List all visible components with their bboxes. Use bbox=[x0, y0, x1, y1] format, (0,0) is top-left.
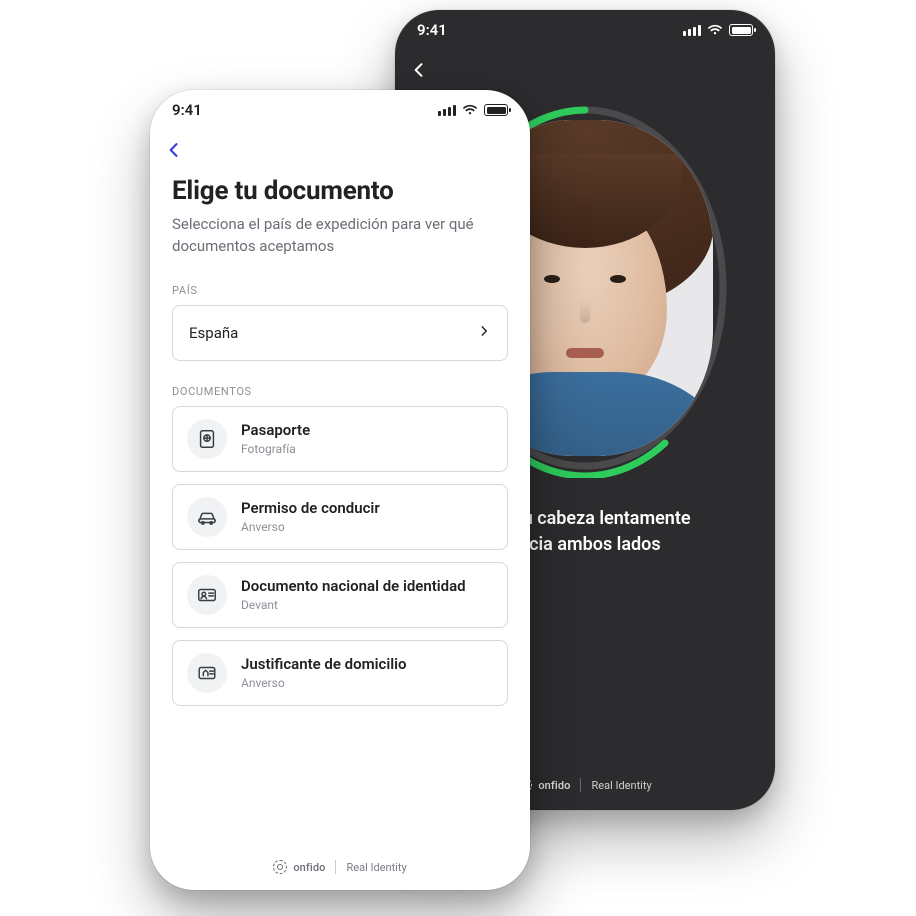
battery-icon bbox=[484, 104, 508, 116]
document-subtitle: Devant bbox=[241, 598, 466, 612]
document-option-passport[interactable]: Pasaporte Fotografía bbox=[172, 406, 508, 472]
brand-tagline: Real Identity bbox=[346, 861, 406, 874]
page-title: Elige tu documento bbox=[172, 176, 508, 206]
nav-bar bbox=[150, 130, 530, 170]
phone-document-select: 9:41 Elige tu documento Selecciona el pa… bbox=[150, 90, 530, 890]
status-bar: 9:41 bbox=[150, 90, 530, 130]
cellular-signal-icon bbox=[438, 105, 456, 116]
document-title: Justificante de domicilio bbox=[241, 655, 407, 674]
document-subtitle: Anverso bbox=[241, 520, 380, 534]
battery-icon bbox=[729, 24, 753, 36]
document-subtitle: Fotografía bbox=[241, 442, 310, 456]
document-subtitle: Anverso bbox=[241, 676, 407, 690]
home-doc-icon bbox=[187, 653, 227, 693]
back-button[interactable] bbox=[164, 140, 184, 160]
status-icons bbox=[683, 24, 753, 36]
status-icons bbox=[438, 104, 508, 116]
passport-icon bbox=[187, 419, 227, 459]
documents-section-label: DOCUMENTOS bbox=[172, 385, 508, 398]
id-card-icon bbox=[187, 575, 227, 615]
divider-icon bbox=[335, 860, 336, 874]
document-list: Pasaporte Fotografía Permiso de conducir… bbox=[172, 406, 508, 706]
status-time: 9:41 bbox=[172, 101, 202, 119]
document-title: Permiso de conducir bbox=[241, 499, 380, 518]
cellular-signal-icon bbox=[683, 25, 701, 36]
wifi-icon bbox=[462, 104, 478, 116]
status-time: 9:41 bbox=[417, 21, 447, 39]
brand-name: onfido bbox=[538, 779, 570, 792]
brand-logo: onfido bbox=[273, 860, 325, 874]
document-title: Pasaporte bbox=[241, 421, 310, 440]
page-subtitle: Selecciona el país de expedición para ve… bbox=[172, 214, 508, 258]
divider-icon bbox=[580, 778, 581, 792]
brand-name: onfido bbox=[293, 861, 325, 874]
brand-footer: onfido Real Identity bbox=[150, 860, 530, 874]
country-select[interactable]: España bbox=[172, 305, 508, 361]
chevron-right-icon bbox=[477, 324, 491, 342]
brand-logo-mark-icon bbox=[273, 860, 287, 874]
country-section-label: PAÍS bbox=[172, 284, 508, 297]
car-icon bbox=[187, 497, 227, 537]
brand-tagline: Real Identity bbox=[591, 779, 651, 792]
nav-bar bbox=[395, 50, 775, 90]
status-bar: 9:41 bbox=[395, 10, 775, 50]
document-select-screen: Elige tu documento Selecciona el país de… bbox=[150, 170, 530, 706]
document-title: Documento nacional de identidad bbox=[241, 577, 466, 596]
document-option-national-id[interactable]: Documento nacional de identidad Devant bbox=[172, 562, 508, 628]
document-option-proof-of-address[interactable]: Justificante de domicilio Anverso bbox=[172, 640, 508, 706]
wifi-icon bbox=[707, 24, 723, 36]
country-value: España bbox=[189, 324, 238, 342]
document-option-driving-licence[interactable]: Permiso de conducir Anverso bbox=[172, 484, 508, 550]
back-button[interactable] bbox=[409, 60, 429, 80]
